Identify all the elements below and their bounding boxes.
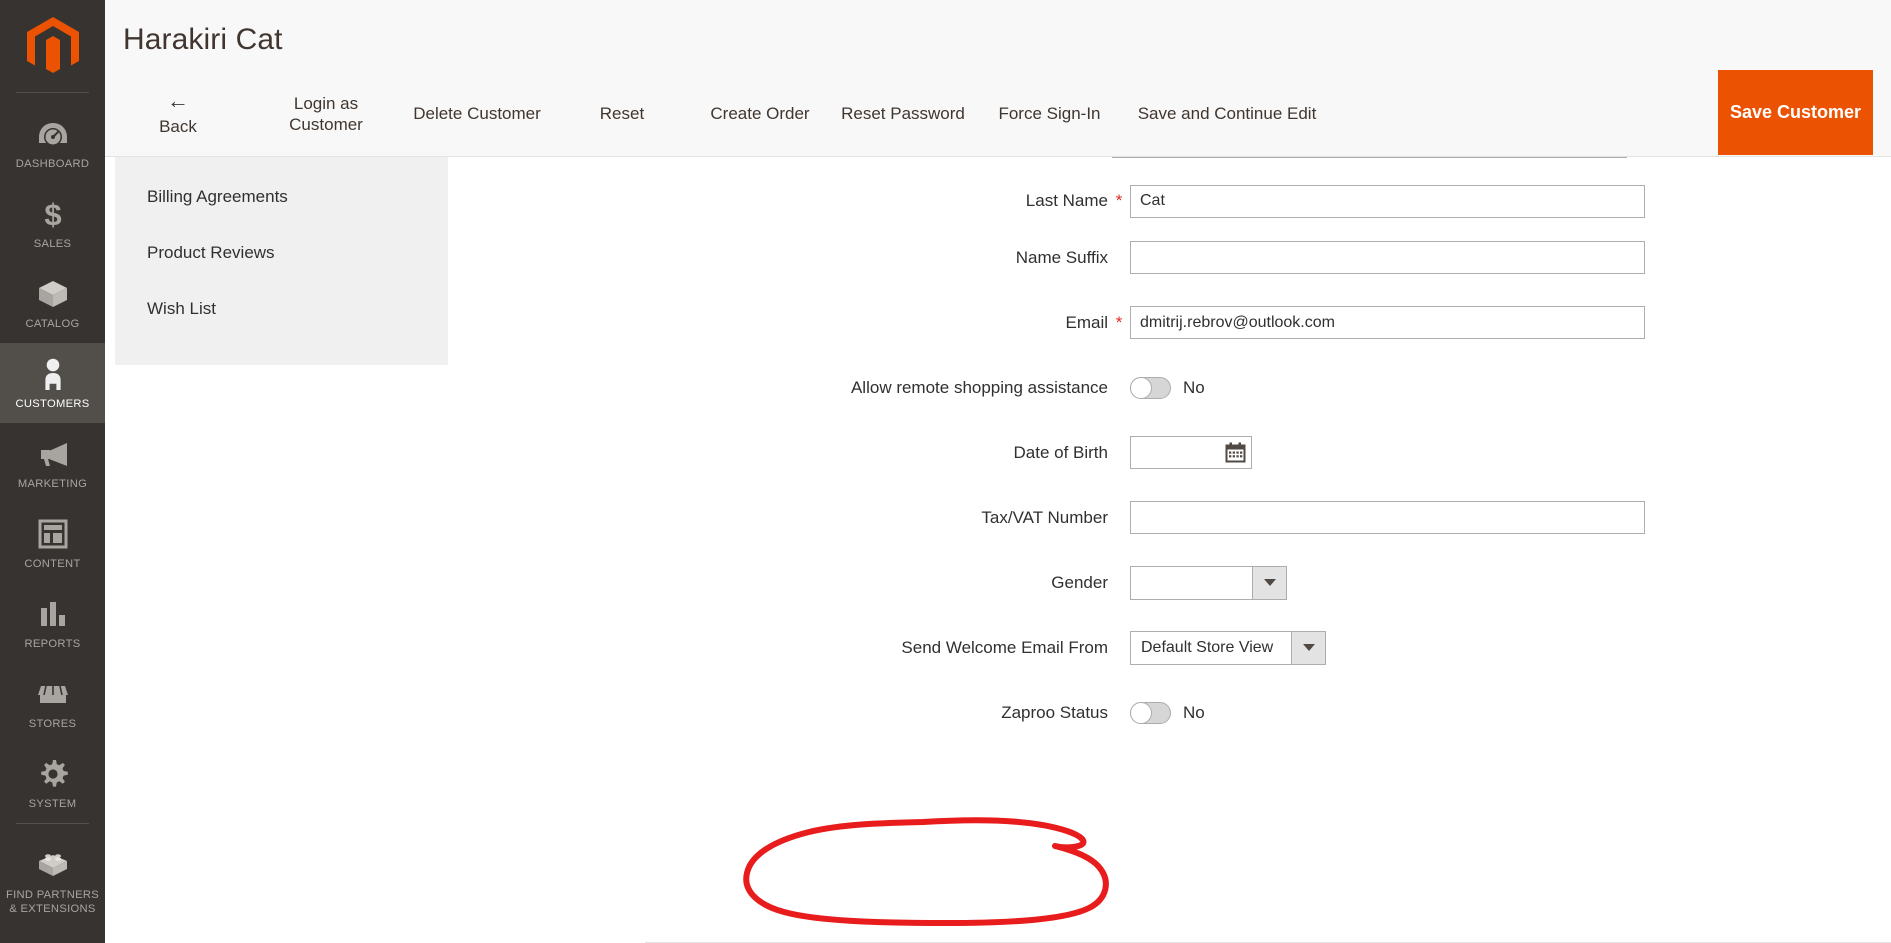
calendar-icon[interactable] <box>1225 442 1246 463</box>
sidebar-item-dashboard[interactable]: DASHBOARD <box>0 103 105 183</box>
field-row-last-name: Last Name * <box>468 157 1891 225</box>
field-row-remote-shopping-assistance: Allow remote shopping assistance No <box>468 355 1891 420</box>
subnav-item-wish-list[interactable]: Wish List <box>115 281 448 337</box>
sidebar-divider-bottom <box>16 823 89 824</box>
date-of-birth-label: Date of Birth <box>1013 442 1109 462</box>
welcome-email-from-selected-value: Default Store View <box>1141 638 1274 656</box>
box-icon <box>3 277 102 311</box>
gender-selected-value <box>1131 567 1252 599</box>
field-row-send-welcome-email-from: Send Welcome Email From Default Store Vi… <box>468 615 1891 680</box>
chevron-down-icon <box>1252 566 1286 599</box>
sidebar-label: SALES <box>33 238 72 250</box>
sidebar-label: MARKETING <box>17 478 88 490</box>
force-sign-in-button[interactable]: Force Sign-In <box>977 70 1122 157</box>
sidebar-item-stores[interactable]: STORES <box>0 663 105 743</box>
login-as-customer-button[interactable]: Login as Customer <box>251 70 401 157</box>
remote-assistance-value: No <box>1183 377 1205 397</box>
toggle-knob-icon <box>1130 701 1152 724</box>
email-required-marker: * <box>1115 312 1123 332</box>
page-header: Harakiri Cat ← Back Login as Customer De… <box>105 0 1891 157</box>
toggle-knob-icon <box>1130 376 1152 399</box>
sidebar-label: FIND PARTNERS & EXTENSIONS <box>6 889 99 915</box>
zaproo-status-toggle[interactable] <box>1130 701 1171 724</box>
last-name-required-marker: * <box>1115 191 1123 210</box>
sidebar-label: SYSTEM <box>28 798 77 810</box>
sidebar-item-catalog[interactable]: CATALOG <box>0 263 105 343</box>
field-row-zaproo-status: Zaproo Status No <box>468 680 1891 745</box>
chevron-down-icon <box>1291 631 1325 664</box>
bar-chart-icon <box>3 597 102 631</box>
svg-text:$: $ <box>44 198 61 230</box>
gender-select[interactable] <box>1130 565 1287 600</box>
name-suffix-input[interactable] <box>1130 241 1645 274</box>
sidebar-label: CONTENT <box>24 558 81 570</box>
dollar-sign-icon: $ <box>3 197 102 231</box>
back-button[interactable]: ← Back <box>105 70 251 157</box>
gear-icon <box>3 757 102 791</box>
sidebar-item-marketing[interactable]: MARKETING <box>0 423 105 503</box>
customer-information-subnav: Billing Agreements Product Reviews Wish … <box>105 157 468 943</box>
subnav-item-product-reviews[interactable]: Product Reviews <box>115 225 448 281</box>
field-row-gender: Gender <box>468 550 1891 615</box>
sidebar-item-reports[interactable]: REPORTS <box>0 583 105 663</box>
customer-account-information-form: Last Name * Name Suffix Email * <box>468 157 1891 943</box>
tax-vat-input[interactable] <box>1130 501 1645 534</box>
field-row-date-of-birth: Date of Birth <box>468 420 1891 485</box>
storefront-icon <box>3 677 102 711</box>
email-input[interactable] <box>1130 306 1645 339</box>
admin-sidebar: DASHBOARD $ SALES CATALOG CUSTOMERS MARK… <box>0 0 105 943</box>
last-name-input[interactable] <box>1130 184 1645 218</box>
layout-window-icon <box>3 517 102 551</box>
admin-page: DASHBOARD $ SALES CATALOG CUSTOMERS MARK… <box>0 0 1891 943</box>
sidebar-label: CUSTOMERS <box>15 398 90 410</box>
save-customer-button[interactable]: Save Customer <box>1718 70 1873 155</box>
create-order-button[interactable]: Create Order <box>691 70 829 157</box>
arrow-left-icon: ← <box>167 87 189 113</box>
field-row-tax-vat-number: Tax/VAT Number <box>468 485 1891 550</box>
zaproo-status-label: Zaproo Status <box>1001 702 1108 722</box>
sidebar-divider-top <box>16 92 89 93</box>
save-and-continue-edit-button[interactable]: Save and Continue Edit <box>1122 70 1332 157</box>
main-content-area: Harakiri Cat ← Back Login as Customer De… <box>105 0 1891 943</box>
sidebar-item-customers[interactable]: CUSTOMERS <box>0 343 105 423</box>
field-row-name-suffix: Name Suffix <box>468 225 1891 290</box>
sidebar-item-sales[interactable]: $ SALES <box>0 183 105 263</box>
email-label: Email <box>1065 312 1108 332</box>
last-name-label: Last Name <box>1025 191 1108 210</box>
reset-password-button[interactable]: Reset Password <box>829 70 977 157</box>
back-button-label: Back <box>159 116 197 136</box>
remote-assistance-toggle[interactable] <box>1130 376 1171 399</box>
remote-assistance-label: Allow remote shopping assistance <box>850 377 1108 397</box>
page-actions-toolbar: ← Back Login as Customer Delete Customer… <box>105 70 1891 157</box>
reset-button[interactable]: Reset <box>553 70 691 157</box>
sidebar-label: STORES <box>28 718 77 730</box>
dashboard-gauge-icon <box>3 117 102 151</box>
page-content: Billing Agreements Product Reviews Wish … <box>105 157 1891 943</box>
field-row-email: Email * <box>468 290 1891 355</box>
sidebar-item-find-partners-extensions[interactable]: FIND PARTNERS & EXTENSIONS <box>0 834 105 928</box>
page-title: Harakiri Cat <box>123 23 283 56</box>
person-icon <box>3 357 102 391</box>
zaproo-status-value: No <box>1183 702 1205 722</box>
magento-logo[interactable] <box>0 0 105 92</box>
megaphone-icon <box>3 437 102 471</box>
welcome-email-from-select[interactable]: Default Store View <box>1130 630 1326 665</box>
lego-brick-icon <box>3 848 102 882</box>
magento-logo-icon <box>26 17 79 73</box>
sidebar-label: CATALOG <box>25 318 80 330</box>
sidebar-label: REPORTS <box>24 638 81 650</box>
delete-customer-button[interactable]: Delete Customer <box>401 70 553 157</box>
tax-vat-label: Tax/VAT Number <box>981 507 1108 527</box>
name-suffix-label: Name Suffix <box>1015 247 1108 267</box>
welcome-email-from-label: Send Welcome Email From <box>901 637 1108 657</box>
sidebar-item-system[interactable]: SYSTEM <box>0 743 105 823</box>
form-top-divider <box>1112 157 1627 158</box>
sidebar-item-content[interactable]: CONTENT <box>0 503 105 583</box>
sidebar-label: DASHBOARD <box>15 158 90 170</box>
subnav-item-billing-agreements[interactable]: Billing Agreements <box>115 169 448 225</box>
gender-label: Gender <box>1051 572 1108 592</box>
